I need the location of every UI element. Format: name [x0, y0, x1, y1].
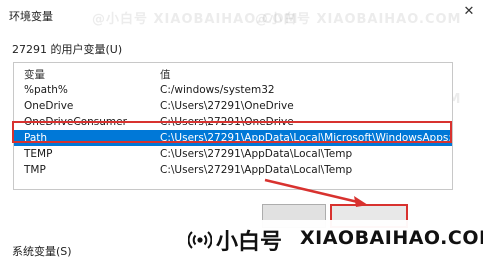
brand-name-cn: 小白号 — [216, 230, 283, 255]
brand-name-en: XIAOBAIHAO.COM — [300, 227, 483, 249]
radio-signal-icon — [188, 231, 212, 249]
brand-watermark: 小白号 XIAOBAIHAO.COM — [180, 220, 483, 260]
system-variables-label: 系统变量(S) — [12, 245, 72, 258]
